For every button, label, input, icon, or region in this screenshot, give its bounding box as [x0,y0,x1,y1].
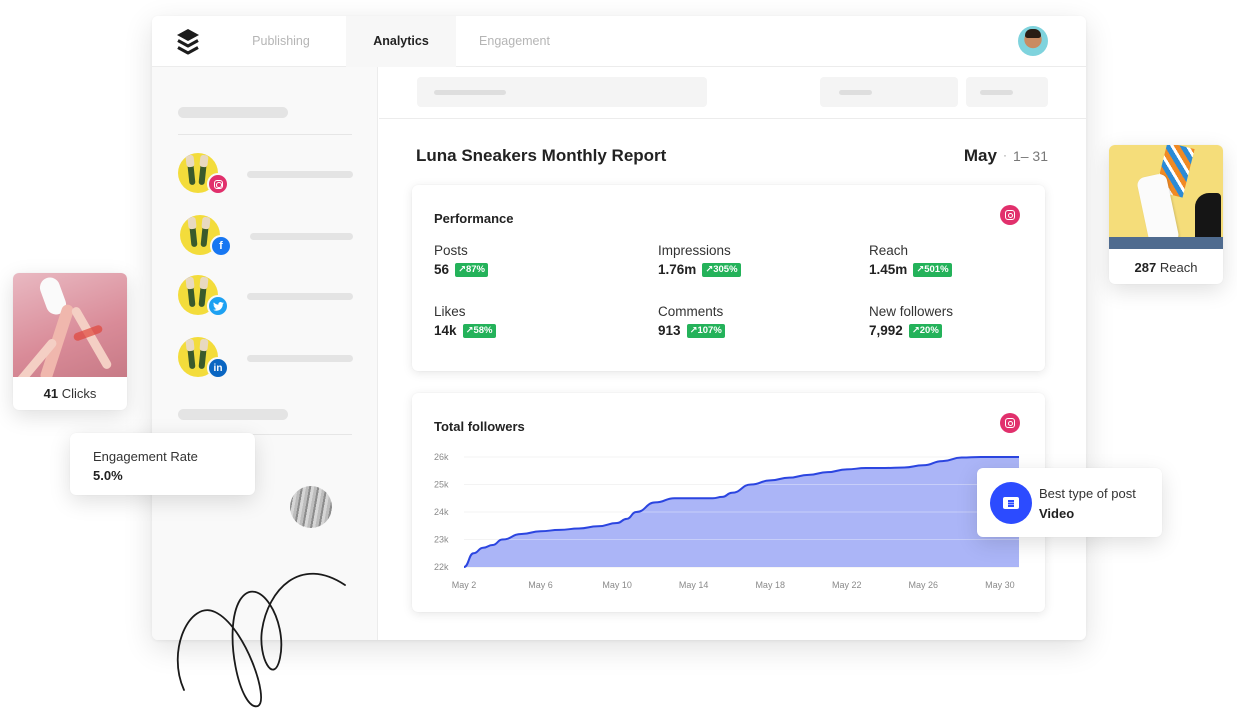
best-post-type-card[interactable]: Best type of post Video [977,468,1162,537]
profile-name-placeholder [247,293,353,300]
reach-caption: 287 Reach [1109,260,1223,275]
filter-dropdown[interactable] [820,77,958,107]
profile-name-placeholder [247,355,353,362]
report-title: Luna Sneakers Monthly Report [416,146,667,165]
sidebar-section-placeholder [178,409,288,420]
metric-label: Posts [434,243,468,258]
x-tick-label: May 2 [452,580,477,590]
engagement-rate-label: Engagement Rate [93,449,198,464]
search-filter-input[interactable] [417,77,707,107]
sidebar: f in [152,67,378,640]
profile-name-placeholder [247,171,353,178]
x-tick-label: May 6 [528,580,553,590]
sneaker-photo-pink [13,273,127,377]
main-content: Luna Sneakers Monthly Report May · 1– 31 P… [379,67,1086,640]
y-tick-label: 26k [434,452,449,462]
metric-label: New followers [869,304,954,319]
metric-impressions: Impressions 1.76m ↗305% [658,243,741,277]
performance-title: Performance [434,211,514,226]
y-tick-label: 24k [434,507,449,517]
facebook-icon: f [210,235,232,257]
post-type-icon [990,482,1032,524]
metric-label: Impressions [658,243,731,258]
x-tick-label: May 30 [985,580,1015,590]
y-tick-label: 23k [434,535,449,545]
engagement-rate-value: 5.0% [93,468,123,483]
metric-change-badge: ↗501% [913,262,952,277]
reach-card[interactable]: 287 Reach [1109,145,1223,284]
metric-label: Likes [434,304,466,319]
best-post-value: Video [1039,506,1075,521]
buffer-logo-icon[interactable] [176,28,200,56]
x-tick-label: May 18 [755,580,785,590]
tab-engagement[interactable]: Engagement [462,16,567,67]
user-avatar[interactable] [1018,26,1048,56]
total-followers-card: Total followers 22k 23k 24k 25k 26k May 2 May … [412,393,1045,612]
engagement-rate-card[interactable]: Engagement Rate 5.0% [70,433,255,495]
tab-analytics[interactable]: Analytics [346,16,456,67]
export-button[interactable] [966,77,1048,107]
metric-change-badge: ↗20% [908,323,942,338]
best-post-label: Best type of post [1039,486,1136,501]
y-tick-label: 25k [434,480,449,490]
date-separator: · [1002,148,1007,162]
profile-name-placeholder [250,233,353,240]
date-days: 1– 31 [1012,148,1048,164]
clicks-value: 41 [43,386,59,401]
metric-reach: Reach 1.45m ↗501% [869,243,952,277]
y-tick-label: 22k [434,562,449,572]
instagram-icon [1000,205,1020,225]
filter-placeholder [434,90,506,95]
date-month: May [963,146,997,165]
metric-change-badge: ↗87% [455,262,489,277]
sneaker-photo-yellow [1109,145,1223,249]
sidebar-divider [178,134,352,135]
metric-likes: Likes 14k ↗58% [434,304,496,338]
tab-publishing[interactable]: Publishing [234,16,328,67]
reach-label: Reach [1159,260,1198,275]
metric-posts: Posts 56 ↗87% [434,243,489,277]
metric-label: Reach [869,243,909,258]
metric-value: 1.76m [658,262,697,277]
date-range[interactable]: May · 1– 31 [964,146,1048,166]
x-tick-label: May 22 [832,580,862,590]
x-tick-label: May 10 [602,580,632,590]
filter-placeholder [839,90,872,95]
clicks-label: Clicks [61,386,97,401]
clicks-card[interactable]: 41 Clicks [13,273,127,410]
sidebar-title-placeholder [178,107,288,118]
metric-value: 56 [434,262,450,277]
metric-change-badge: ↗58% [462,323,496,338]
metric-change-badge: ↗305% [702,262,741,277]
reach-value: 287 [1134,260,1157,275]
metric-comments: Comments 913 ↗107% [658,304,725,338]
profile-avatar[interactable] [290,486,332,528]
metric-new-followers: New followers 7,992 ↗20% [869,304,953,338]
instagram-icon [207,173,229,195]
metric-value: 14k [434,323,457,338]
twitter-icon [207,295,229,317]
top-navigation: Publishing Analytics Engagement [152,16,1086,67]
x-tick-label: May 14 [679,580,709,590]
metric-change-badge: ↗107% [686,323,725,338]
app-window: Publishing Analytics Engagement f in Lun… [152,16,1086,640]
filter-placeholder [980,90,1013,95]
metric-value: 913 [658,323,681,338]
metric-value: 7,992 [869,323,903,338]
x-tick-label: May 26 [909,580,939,590]
decorative-squiggle [176,572,346,707]
followers-area-chart: 22k 23k 24k 25k 26k May 2 May 6 May 10 May 14 May… [434,452,1019,590]
filter-bar [379,67,1086,119]
linkedin-icon: in [207,357,229,379]
metric-value: 1.45m [869,262,908,277]
metric-label: Comments [658,304,724,319]
performance-card: Performance Posts 56 ↗87% Impressions 1.7… [412,185,1045,371]
clicks-caption: 41 Clicks [13,386,127,401]
